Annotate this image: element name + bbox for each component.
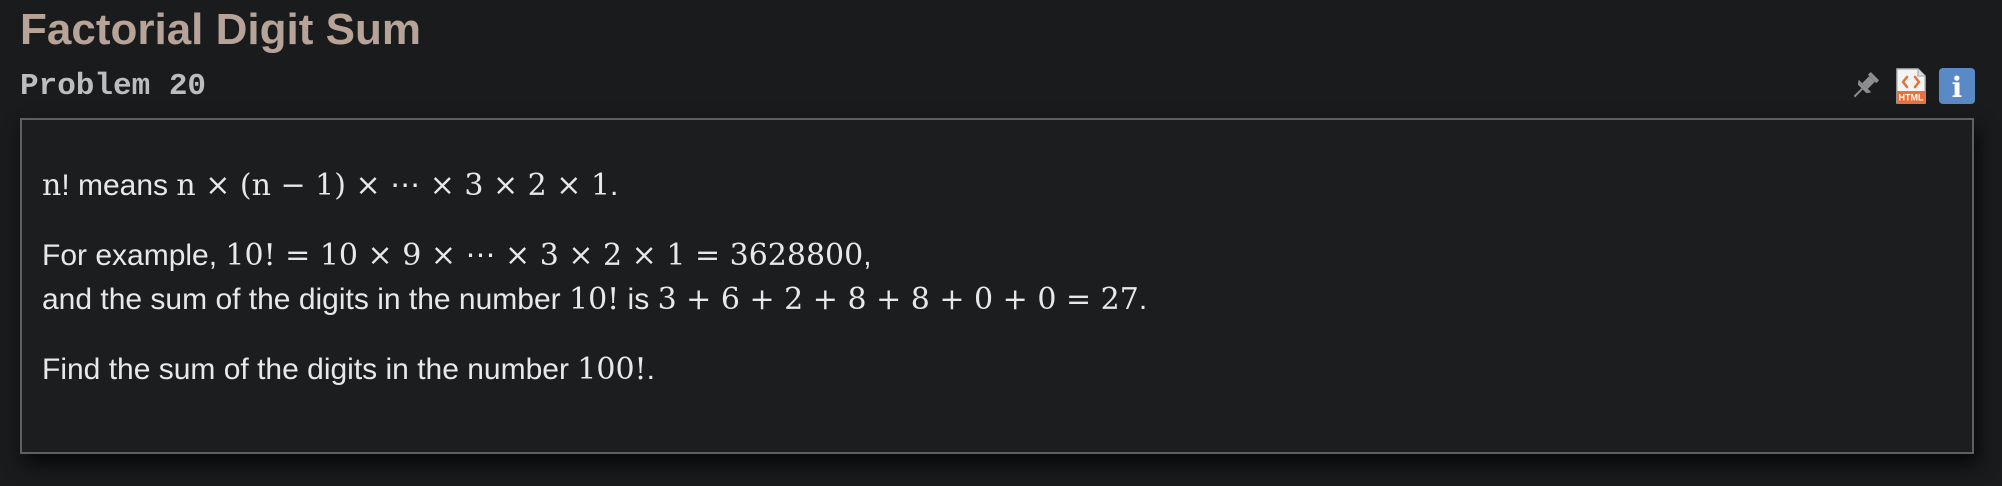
pin-icon: [1853, 72, 1879, 98]
example-line: For example, 10! = 10 × 9 × ⋯ × 3 × 2 × …: [42, 234, 1147, 278]
digit-sum-text: and the sum of the digits in the number: [42, 283, 569, 316]
means-text: ! means: [61, 169, 177, 202]
definition-period: .: [610, 169, 619, 202]
digit-sum-line: and the sum of the digits in the number …: [42, 278, 1147, 322]
hundred-factorial-expression: 100!: [577, 352, 647, 387]
task-text: Find the sum of the digits in the number: [42, 353, 578, 386]
info-button[interactable]: i: [1938, 67, 1976, 105]
html-icon: HTML: [1896, 68, 1926, 104]
problem-number: Problem 20: [20, 69, 207, 104]
definition-line: n! means n × (n − 1) × ⋯ × 3 × 2 × 1.: [42, 164, 1147, 208]
digit-sum-period: .: [1138, 283, 1148, 316]
variable-n: n: [42, 168, 62, 203]
info-icon: i: [1939, 68, 1975, 104]
factorial-definition-expression: n × (n − 1) × ⋯ × 3 × 2 × 1: [176, 168, 611, 203]
problem-toolbar: HTML i: [1846, 66, 1976, 106]
html-icon-label: HTML: [1899, 93, 1924, 103]
page-title: Factorial Digit Sum: [20, 5, 421, 54]
problem-content-panel: n! means n × (n − 1) × ⋯ × 3 × 2 × 1. Fo…: [20, 118, 1974, 454]
is-text: is: [619, 283, 658, 316]
example-text: For example,: [42, 239, 226, 272]
pin-button[interactable]: [1846, 67, 1884, 105]
task-period: .: [646, 353, 655, 386]
task-line: Find the sum of the digits in the number…: [42, 348, 1147, 392]
info-icon-label: i: [1952, 71, 1963, 104]
example-comma: ,: [863, 239, 872, 272]
html-view-button[interactable]: HTML: [1892, 67, 1930, 105]
digit-sum-expression: 3 + 6 + 2 + 8 + 8 + 0 + 0 = 27: [657, 282, 1139, 317]
example-expression: 10! = 10 × 9 × ⋯ × 3 × 2 × 1 = 3628800: [225, 238, 864, 273]
ten-factorial-expression: 10!: [568, 282, 620, 317]
problem-statement: n! means n × (n − 1) × ⋯ × 3 × 2 × 1. Fo…: [42, 164, 1147, 392]
